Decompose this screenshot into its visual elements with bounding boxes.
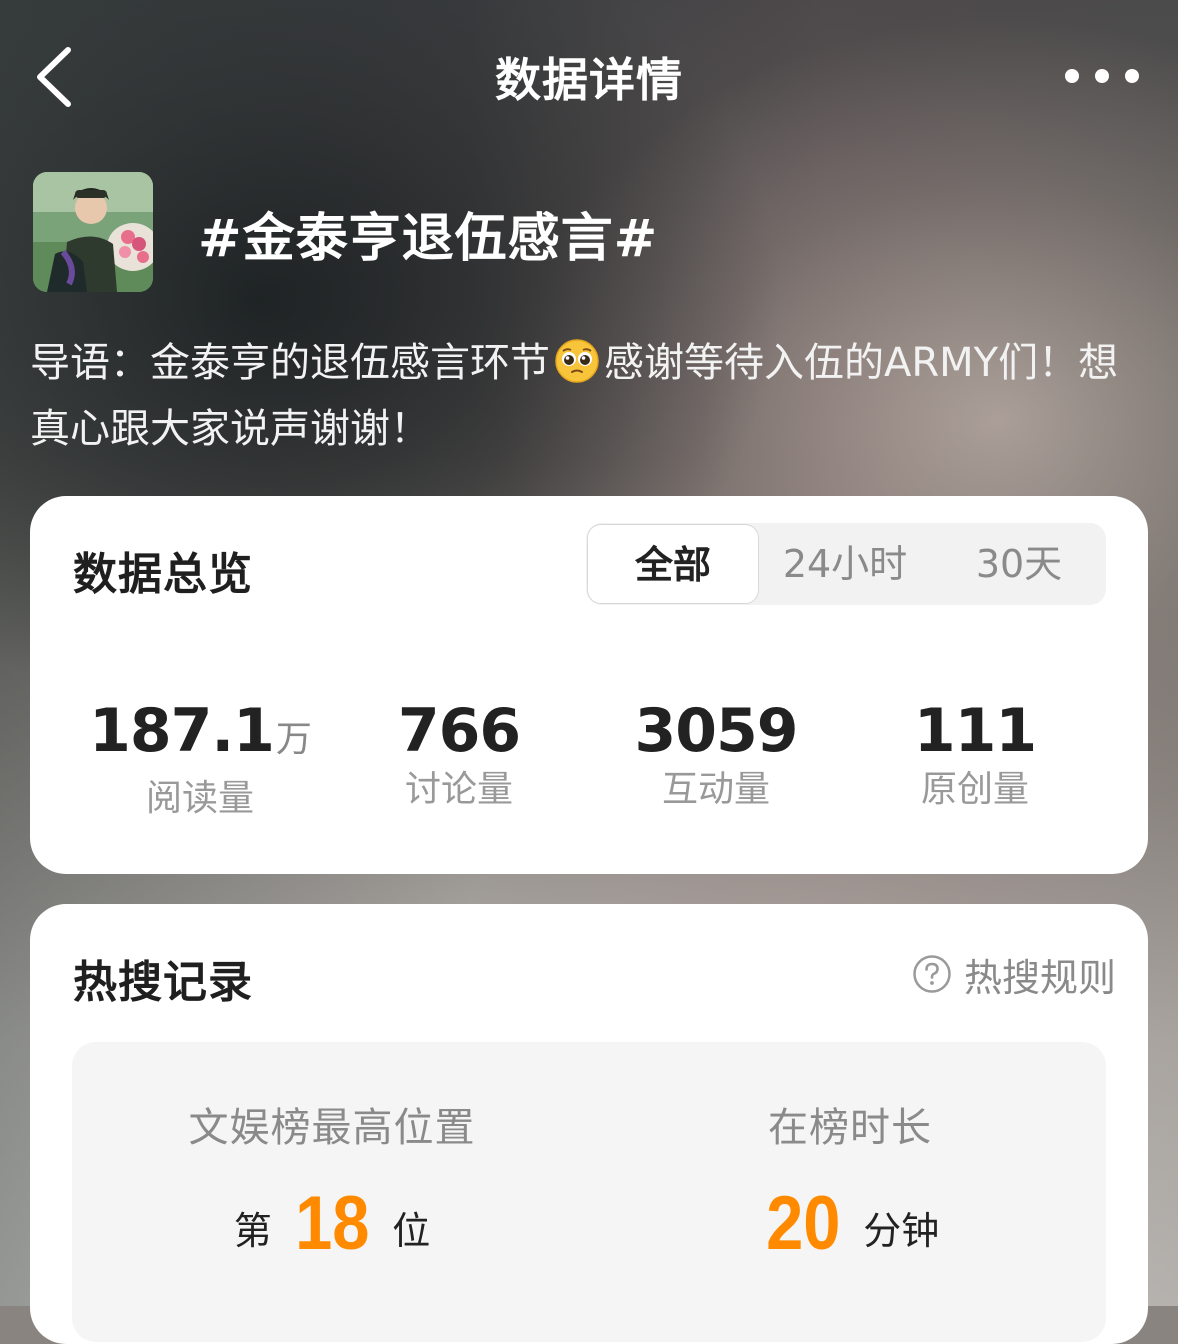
- question-circle-icon: [913, 955, 951, 993]
- peak-prefix: 第: [233, 1209, 272, 1253]
- duration-value: 20: [765, 1181, 841, 1266]
- tab-all[interactable]: 全部: [587, 524, 759, 604]
- topic-intro-text: 导语：金泰亨的退伍感言环节: [30, 340, 550, 386]
- rules-label: 热搜规则: [963, 955, 1116, 1000]
- topic-intro: 导语：金泰亨的退伍感言环节 感谢等待入伍的ARMY们！想真心跟大家说声谢谢！: [30, 330, 1140, 462]
- duration-label: 在榜时长: [768, 1105, 932, 1151]
- stat-interactions: 3059 互动量: [586, 696, 846, 814]
- hot-search-summary: 文娱榜最高位置 第 18 位 在榜时长 20 分钟: [72, 1042, 1106, 1342]
- pleading-face-icon: [555, 339, 599, 383]
- peak-position-label: 文娱榜最高位置: [188, 1105, 476, 1151]
- peak-position: 文娱榜最高位置 第 18 位: [132, 1098, 532, 1262]
- duration-on-list: 在榜时长 20 分钟: [700, 1098, 1000, 1262]
- topic-title: #金泰亨退伍感言#: [198, 209, 659, 269]
- stat-label: 互动量: [661, 769, 770, 810]
- stat-value: 766: [397, 696, 521, 766]
- tab-24h[interactable]: 24小时: [760, 523, 930, 605]
- hot-search-card: 热搜记录 热搜规则 文娱榜最高位置 第 18 位 在榜时长 20 分钟: [30, 904, 1148, 1344]
- hot-search-rules-link[interactable]: 热搜规则: [912, 952, 1116, 1000]
- stat-value: 3059: [634, 696, 799, 766]
- overview-title: 数据总览: [73, 549, 253, 600]
- more-horizontal-icon[interactable]: [1062, 58, 1144, 94]
- stat-label: 阅读量: [145, 778, 254, 819]
- overview-card: 数据总览 全部 24小时 30天 187.1万 阅读量 766 讨论量 3059…: [30, 496, 1148, 874]
- stat-value: 111: [913, 696, 1037, 766]
- hot-search-title: 热搜记录: [73, 957, 253, 1008]
- page-title: 数据详情: [495, 53, 683, 107]
- stat-unit: 万: [275, 719, 312, 760]
- stat-label: 原创量: [920, 769, 1029, 810]
- stat-value: 187.1万: [89, 696, 312, 766]
- stat-reads: 187.1万 阅读量: [70, 696, 330, 823]
- duration-value-row: 20 分钟: [700, 1186, 1000, 1262]
- peak-position-value-row: 第 18 位: [132, 1186, 532, 1262]
- peak-suffix: 位: [392, 1209, 431, 1253]
- stat-label: 讨论量: [404, 769, 513, 810]
- top-bar: 数据详情: [0, 0, 1178, 160]
- stat-originals: 111 原创量: [845, 696, 1105, 814]
- duration-suffix: 分钟: [863, 1209, 940, 1253]
- time-range-tabs: 全部 24小时 30天: [586, 523, 1106, 605]
- tab-30d[interactable]: 30天: [932, 523, 1106, 605]
- peak-value: 18: [294, 1181, 370, 1266]
- stat-discussions: 766 讨论量: [329, 696, 589, 814]
- topic-avatar[interactable]: [33, 172, 153, 292]
